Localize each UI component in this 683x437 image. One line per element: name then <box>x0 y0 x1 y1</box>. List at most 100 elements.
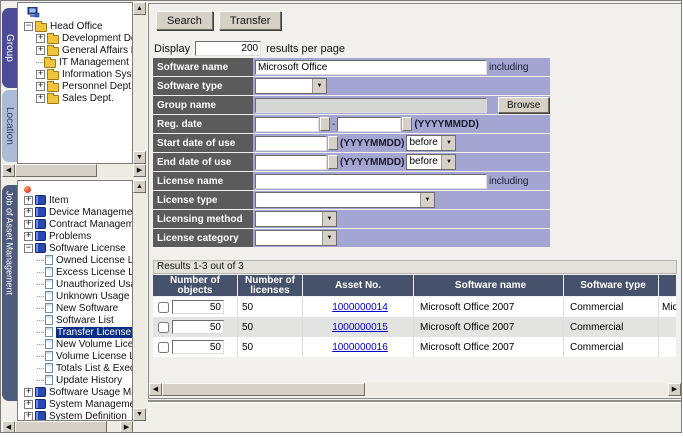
results-per-page-input[interactable] <box>195 41 261 56</box>
license-type-select[interactable] <box>255 192 435 208</box>
tree-item-information-systems[interactable]: Information Systems Dept. <box>21 68 132 80</box>
tree-item-label[interactable]: Update History <box>56 375 122 386</box>
tree-item-system-definition[interactable]: System Definition <box>21 410 132 421</box>
asset-no-link[interactable]: 1000000015 <box>332 322 388 333</box>
chevron-down-icon[interactable] <box>312 79 326 93</box>
chevron-down-icon[interactable] <box>322 212 336 226</box>
tree-item-label[interactable]: New Software <box>56 303 118 314</box>
tree-item-label[interactable]: Item <box>49 195 68 206</box>
tree-item-development-dept[interactable]: Development Dept. <box>21 32 132 44</box>
tree-item-label[interactable]: Unknown Usage List <box>56 291 132 302</box>
expand-icon[interactable] <box>24 400 33 409</box>
reg-date-to-input[interactable] <box>337 117 401 132</box>
tree-item-item[interactable]: Item <box>21 194 132 206</box>
asset-no-link[interactable]: 1000000014 <box>332 302 388 313</box>
tree-item-label[interactable]: Totals List & Execute <box>56 363 132 374</box>
tree-item-volume-license-list[interactable]: Volume License List <box>21 350 132 362</box>
scroll-left-icon[interactable] <box>149 383 162 396</box>
tree-item-label[interactable]: Volume License List <box>56 351 132 362</box>
tree-item-transfer-license[interactable]: Transfer License <box>21 326 132 338</box>
expand-icon[interactable] <box>24 412 33 421</box>
chevron-down-icon[interactable] <box>441 136 455 150</box>
tree-item-totals-list[interactable]: Totals List & Execute <box>21 362 132 374</box>
tree-item-label[interactable]: Personnel Dept. <box>62 81 132 92</box>
transfer-button[interactable]: Transfer <box>219 11 282 30</box>
search-button[interactable]: Search <box>156 11 213 30</box>
scroll-right-icon[interactable] <box>133 164 146 177</box>
expand-icon[interactable] <box>36 34 45 43</box>
scroll-down-icon[interactable] <box>133 408 146 421</box>
expand-icon[interactable] <box>36 70 45 79</box>
row-checkbox[interactable] <box>158 342 169 353</box>
tree-item-label[interactable]: Sales Dept. <box>62 93 114 104</box>
row-checkbox[interactable] <box>158 322 169 333</box>
objects-count-input[interactable] <box>172 340 224 354</box>
start-date-input[interactable] <box>255 136 327 151</box>
group-tree-vscrollbar[interactable] <box>133 2 146 164</box>
expand-icon[interactable] <box>24 232 33 241</box>
expand-icon[interactable] <box>36 46 45 55</box>
tree-item-unknown-usage-list[interactable]: Unknown Usage List <box>21 290 132 302</box>
tree-item-system-management[interactable]: System Management <box>21 398 132 410</box>
license-name-input[interactable] <box>255 174 487 189</box>
date-picker-icon[interactable] <box>402 117 412 131</box>
tree-item-label[interactable]: System Management <box>49 399 132 410</box>
tree-item-label[interactable]: Software Usage Management <box>49 387 132 398</box>
scrollbar-thumb[interactable] <box>162 383 365 396</box>
license-category-select[interactable] <box>255 230 337 246</box>
row-checkbox[interactable] <box>158 302 169 313</box>
scroll-right-icon[interactable] <box>120 421 133 433</box>
tree-item-general-affairs[interactable]: General Affairs Dept. <box>21 44 132 56</box>
tree-item-contract-management[interactable]: Contract Management <box>21 218 132 230</box>
scroll-left-icon[interactable] <box>2 421 15 433</box>
scroll-up-icon[interactable] <box>133 180 146 193</box>
start-date-mode-select[interactable]: before <box>406 135 456 151</box>
tab-location[interactable]: Location <box>2 90 17 162</box>
end-date-input[interactable] <box>255 155 327 170</box>
tree-item-label[interactable]: System Definition <box>49 411 127 422</box>
tree-item-label[interactable]: Device Management <box>49 207 132 218</box>
chevron-down-icon[interactable] <box>322 231 336 245</box>
expand-icon[interactable] <box>24 220 33 229</box>
software-name-input[interactable] <box>255 60 487 75</box>
tree-root-node[interactable] <box>21 6 132 20</box>
objects-count-input[interactable] <box>172 320 224 334</box>
tree-item-label[interactable]: IT Management Dept. <box>59 57 132 68</box>
tree-item-software-usage-management[interactable]: Software Usage Management <box>21 386 132 398</box>
expand-icon[interactable] <box>36 94 45 103</box>
scroll-down-icon[interactable] <box>133 151 146 164</box>
tree-item-label[interactable]: Software List <box>56 315 114 326</box>
date-picker-icon[interactable] <box>328 155 338 169</box>
collapse-icon[interactable] <box>24 22 33 31</box>
tree-item-label[interactable]: Problems <box>49 231 91 242</box>
chevron-down-icon[interactable] <box>420 193 434 207</box>
tree-item-label[interactable]: Software License <box>49 243 126 254</box>
tree-item-new-volume-license[interactable]: New Volume License <box>21 338 132 350</box>
tree-item-sales-dept[interactable]: Sales Dept. <box>21 92 132 104</box>
expand-icon[interactable] <box>24 196 33 205</box>
tree-item-head-office[interactable]: Head Office <box>21 20 132 32</box>
tree-item-it-management[interactable]: IT Management Dept. <box>21 56 132 68</box>
scroll-right-icon[interactable] <box>668 383 681 396</box>
tree-item-label-selected[interactable]: Transfer License <box>56 327 132 338</box>
licensing-method-select[interactable] <box>255 211 337 227</box>
end-date-mode-select[interactable]: before <box>406 154 456 170</box>
scroll-up-icon[interactable] <box>133 2 146 15</box>
tree-item-new-software[interactable]: New Software <box>21 302 132 314</box>
tree-item-unauthorized-usage[interactable]: Unauthorized Usage List <box>21 278 132 290</box>
tree-item-software-license[interactable]: Software License <box>21 242 132 254</box>
scroll-left-icon[interactable] <box>2 164 15 177</box>
expand-icon[interactable] <box>24 388 33 397</box>
tree-item-label[interactable]: Excess License List <box>56 267 132 278</box>
tree-item-label[interactable]: Contract Management <box>49 219 132 230</box>
browse-button[interactable]: Browse <box>498 97 549 113</box>
expand-icon[interactable] <box>36 82 45 91</box>
scrollbar-thumb[interactable] <box>15 421 107 433</box>
tree-item-software-list[interactable]: Software List <box>21 314 132 326</box>
reg-date-from-input[interactable] <box>255 117 319 132</box>
tree-item-label[interactable]: Development Dept. <box>62 33 132 44</box>
tree-item-personnel-dept[interactable]: Personnel Dept. <box>21 80 132 92</box>
tree-item-update-history[interactable]: Update History <box>21 374 132 386</box>
tree-root-node[interactable] <box>21 184 132 194</box>
scrollbar-thumb[interactable] <box>15 164 97 177</box>
